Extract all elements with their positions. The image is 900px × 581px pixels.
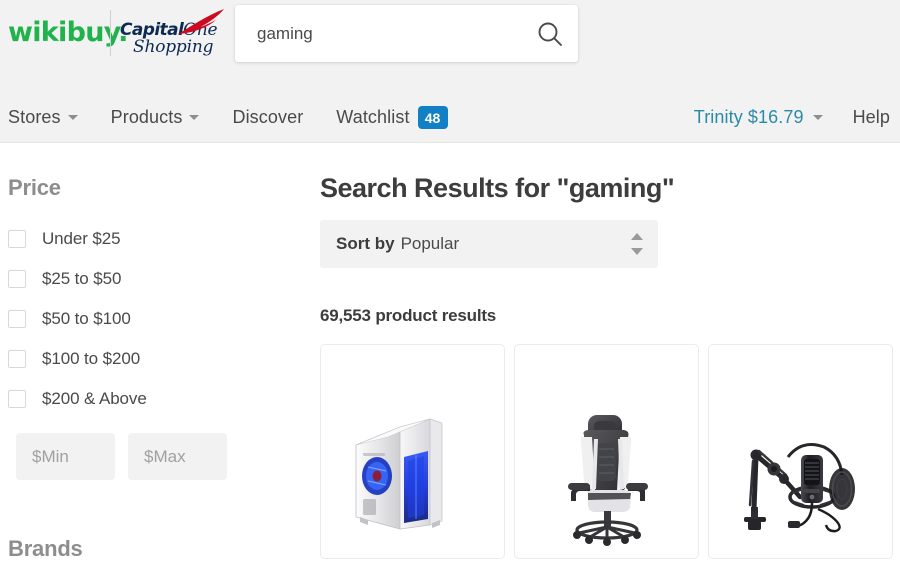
product-grid [320, 344, 900, 559]
logo-divider [110, 10, 111, 56]
price-filter-option-25-to-50[interactable]: $25 to $50 [8, 259, 300, 299]
checkbox-icon[interactable] [8, 230, 26, 248]
price-filter-option-under-25[interactable]: Under $25 [8, 219, 300, 259]
search-bar [235, 5, 578, 62]
gaming-microphone-kit-image [743, 442, 855, 532]
product-card[interactable] [514, 344, 699, 559]
nav-item-products[interactable]: Products [111, 107, 200, 128]
watchlist-count-badge: 48 [417, 106, 448, 129]
nav-item-stores-label: Stores [8, 107, 61, 127]
nav-item-watchlist[interactable]: Watchlist 48 [336, 106, 448, 129]
stepper-up-icon [631, 233, 643, 240]
nav-left-group: Stores Products Discover Watchlist 48 [8, 92, 481, 143]
help-link[interactable]: Help [853, 107, 890, 128]
search-button[interactable] [534, 18, 566, 50]
brands-filter-list [8, 572, 300, 581]
price-filter-option-100-to-200[interactable]: $100 to $200 [8, 339, 300, 379]
price-min-input[interactable] [16, 433, 115, 480]
price-filter-option-label: $25 to $50 [42, 269, 122, 288]
price-filter-option-50-to-100[interactable]: $50 to $100 [8, 299, 300, 339]
gaming-chair-image [567, 414, 648, 546]
results-count: 69,553 product results [320, 306, 497, 325]
checkbox-icon[interactable] [8, 390, 26, 408]
chevron-down-icon [812, 115, 823, 120]
page-content: Price Under $25 $25 to $50 $50 to $100 $… [0, 143, 900, 581]
search-input[interactable] [235, 5, 535, 62]
capitalone-shopping-logo[interactable]: CapitalOne Shopping [120, 9, 226, 57]
search-icon [538, 22, 562, 46]
checkbox-icon[interactable] [8, 310, 26, 328]
capitalone-shopping-text: Shopping [133, 37, 214, 57]
header-top-row: wikibuy. CapitalOne Shopping [0, 0, 900, 92]
price-filter-list: Under $25 $25 to $50 $50 to $100 $100 to… [8, 219, 300, 419]
capitalone-swoosh-icon [178, 9, 224, 34]
page-title: Search Results for "gaming" [320, 173, 675, 203]
price-filter-option-label: $50 to $100 [42, 309, 131, 328]
price-filter-option-label: Under $25 [42, 229, 121, 248]
nav-item-discover[interactable]: Discover [232, 107, 303, 128]
price-range-inputs [16, 433, 300, 480]
brands-filter-title: Brands [8, 536, 83, 561]
nav-item-products-label: Products [110, 107, 183, 127]
checkbox-icon[interactable] [8, 350, 26, 368]
account-menu[interactable]: Trinity $16.79 [694, 107, 823, 128]
nav-item-stores[interactable]: Stores [8, 107, 78, 128]
price-filter-option-200-and-above[interactable]: $200 & Above [8, 379, 300, 419]
price-filter-option-label: $100 to $200 [42, 349, 141, 368]
site-header: wikibuy. CapitalOne Shopping gaming Stor… [0, 0, 900, 143]
main-navigation: Stores Products Discover Watchlist 48 Tr… [0, 92, 900, 143]
stepper-arrows-icon[interactable] [630, 233, 644, 255]
product-card[interactable] [320, 344, 505, 559]
sort-by-dropdown[interactable]: Sort by Popular [320, 220, 658, 268]
sort-by-value: Popular [400, 234, 460, 253]
stepper-down-icon [631, 248, 643, 255]
price-filter-option-label: $200 & Above [42, 389, 147, 408]
page-root: wikibuy. CapitalOne Shopping gaming Stor… [0, 0, 900, 581]
sort-by-label: Sort by [336, 234, 395, 253]
nav-right-group: Trinity $16.79 Help [694, 92, 890, 143]
price-filter-title: Price [8, 175, 61, 200]
price-max-input[interactable] [128, 433, 227, 480]
account-balance-label: Trinity $16.79 [693, 107, 804, 127]
brands-filter-option[interactable] [8, 572, 300, 581]
nav-item-watchlist-label: Watchlist [336, 107, 410, 127]
search-results-main: Search Results for "gaming" Sort by Popu… [320, 143, 900, 559]
gaming-desktop-tower-image [355, 417, 442, 530]
product-card[interactable] [708, 344, 893, 559]
chevron-down-icon [189, 115, 200, 120]
filters-sidebar: Price Under $25 $25 to $50 $50 to $100 $… [0, 143, 300, 581]
checkbox-icon[interactable] [8, 270, 26, 288]
chevron-down-icon [67, 115, 78, 120]
nav-item-discover-label: Discover [232, 107, 304, 127]
